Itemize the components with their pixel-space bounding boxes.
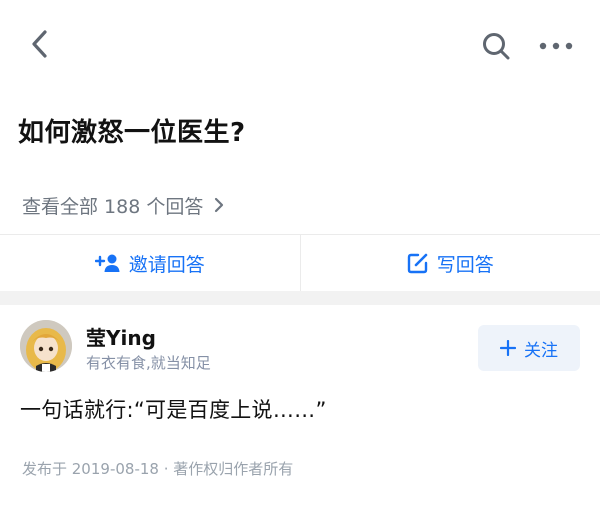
question-page: 如何激怒一位医生? 查看全部 188 个回答 邀请回答 写回答 莹Ying 有衣…	[0, 0, 600, 514]
add-user-icon	[94, 254, 120, 272]
more-horizontal-icon	[539, 42, 573, 50]
write-answer-button[interactable]: 写回答	[301, 235, 600, 291]
edit-icon	[407, 253, 428, 274]
question-title: 如何激怒一位医生?	[18, 118, 246, 148]
answer-meta: 发布于 2019-08-18 · 著作权归作者所有	[22, 460, 294, 478]
chevron-left-icon	[32, 30, 47, 58]
back-button[interactable]	[20, 24, 60, 64]
author-avatar[interactable]	[20, 320, 72, 372]
avatar-image	[20, 320, 72, 372]
invite-answer-label: 邀请回答	[128, 253, 205, 276]
author-name[interactable]: 莹Ying	[86, 322, 156, 351]
author-bio: 有衣有食,就当知足	[86, 354, 211, 372]
search-icon	[483, 33, 510, 60]
top-bar	[0, 0, 600, 92]
answer-action-bar: 邀请回答 写回答	[0, 235, 600, 291]
more-button[interactable]	[530, 24, 582, 68]
follow-label: 关注	[524, 340, 558, 361]
chevron-right-icon	[215, 197, 224, 213]
follow-button[interactable]: 关注	[478, 325, 580, 371]
write-answer-label: 写回答	[436, 253, 494, 276]
invite-answer-button[interactable]: 邀请回答	[0, 235, 300, 291]
view-all-answers-link[interactable]: 查看全部 188 个回答	[22, 190, 225, 220]
search-button[interactable]	[474, 24, 518, 68]
plus-icon	[500, 340, 516, 356]
view-all-label: 查看全部 188 个回答	[22, 195, 204, 218]
answer-content[interactable]: 一句话就行:“可是百度上说……”	[20, 394, 327, 424]
section-separator	[0, 291, 600, 305]
